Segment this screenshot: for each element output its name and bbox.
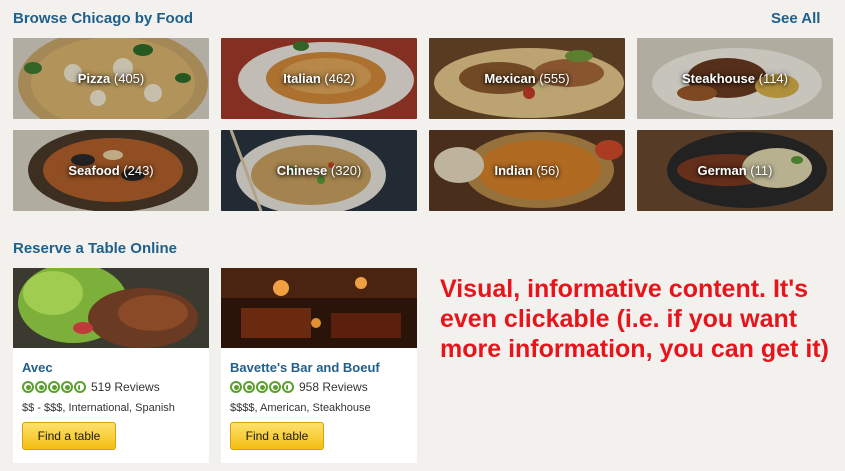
avec-photo (13, 268, 209, 348)
food-tile-indian[interactable]: Indian (56) (429, 130, 625, 211)
review-count[interactable]: 958 Reviews (299, 380, 368, 394)
restaurant-card-bavettes[interactable]: Bavette's Bar and Boeuf 958 Reviews $$$$… (221, 268, 417, 463)
food-tile-german[interactable]: German (11) (637, 130, 833, 211)
see-all-link[interactable]: See All (771, 10, 820, 27)
restaurant-tags: $$$$, American, Steakhouse (230, 402, 371, 414)
rating-bubbles-icon (230, 381, 294, 393)
tile-label-chinese: Chinese (320) (276, 163, 362, 178)
tile-label-indian: Indian (56) (494, 163, 560, 178)
rating-bubbles-icon (22, 381, 86, 393)
food-tile-seafood[interactable]: Seafood (243) (13, 130, 209, 211)
rating-row: 519 Reviews (22, 380, 160, 394)
restaurant-name[interactable]: Avec (22, 360, 53, 375)
reserve-table-title: Reserve a Table Online (13, 240, 177, 257)
restaurant-tags: $$ - $$$, International, Spanish (22, 402, 175, 414)
find-a-table-button[interactable]: Find a table (22, 422, 116, 450)
food-tile-italian[interactable]: Italian (462) (221, 38, 417, 119)
find-a-table-button[interactable]: Find a table (230, 422, 324, 450)
restaurant-card-avec[interactable]: Avec 519 Reviews $$ - $$$, International… (13, 268, 209, 463)
bavettes-photo (221, 268, 417, 348)
restaurant-name[interactable]: Bavette's Bar and Boeuf (230, 360, 380, 375)
tile-label-italian: Italian (462) (283, 71, 355, 86)
tile-label-steakhouse: Steakhouse (114) (682, 71, 788, 86)
tile-label-german: German (11) (697, 163, 773, 178)
tile-label-mexican: Mexican (555) (484, 71, 570, 86)
food-category-grid: Pizza (405) Italian (462) Mexican (555) (13, 38, 834, 211)
food-tile-steakhouse[interactable]: Steakhouse (114) (637, 38, 833, 119)
food-tile-mexican[interactable]: Mexican (555) (429, 38, 625, 119)
tile-label-pizza: Pizza (405) (77, 71, 145, 86)
food-tile-pizza[interactable]: Pizza (405) (13, 38, 209, 119)
annotation-text: Visual, informative content. It's even c… (440, 275, 829, 363)
tile-label-seafood: Seafood (243) (68, 163, 154, 178)
browse-by-food-title: Browse Chicago by Food (13, 10, 194, 27)
rating-row: 958 Reviews (230, 380, 368, 394)
food-tile-chinese[interactable]: Chinese (320) (221, 130, 417, 211)
review-count[interactable]: 519 Reviews (91, 380, 160, 394)
